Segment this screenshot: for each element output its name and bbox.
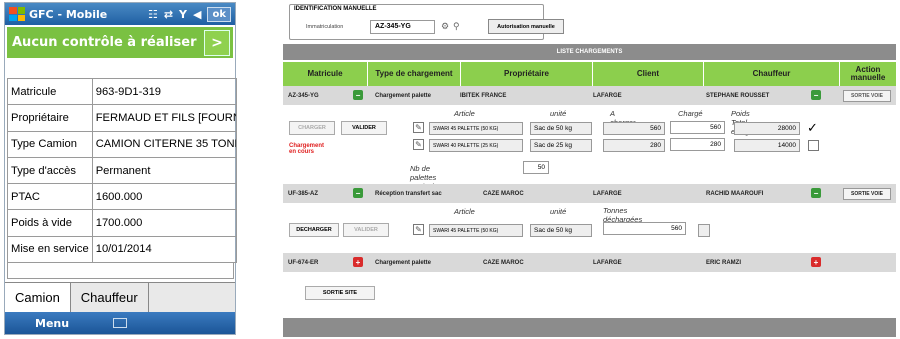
keyboard-icon[interactable]	[113, 318, 127, 328]
ok-button[interactable]: ok	[207, 6, 231, 22]
banner-text: Aucun contrôle à réaliser	[12, 35, 197, 50]
col-proprietaire: Propriétaire	[461, 62, 593, 86]
sync-icon: ⇄	[163, 7, 174, 21]
list-title-bar: LISTE CHARGEMENTS	[283, 44, 896, 60]
charge-input[interactable]: 560	[670, 121, 725, 134]
col-client: Client	[593, 62, 704, 86]
truck-info-table: Matricule 963-9D1-319 Propriétaire FERMAUD…	[7, 77, 237, 264]
charger-button[interactable]: CHARGER	[289, 121, 335, 135]
edit-icon[interactable]: ✎	[413, 224, 424, 235]
menu-button[interactable]: Menu	[35, 317, 95, 330]
tab-camion[interactable]: Camion	[5, 283, 71, 312]
ident-legend: IDENTIFICATION MANUELLE	[294, 6, 377, 12]
charge-input[interactable]: 280	[670, 138, 725, 151]
tab-chauffeur[interactable]: Chauffeur	[70, 283, 149, 312]
table-row[interactable]: AZ-345-YG − Chargement palette IBITEK FR…	[283, 86, 896, 105]
control-banner: Aucun contrôle à réaliser >	[7, 27, 233, 58]
footer-bar	[283, 318, 896, 337]
expand-icon[interactable]: +	[353, 257, 363, 267]
speaker-icon: ◀	[193, 7, 202, 21]
settings-icon[interactable]: ⚙	[441, 21, 449, 32]
expand-icon[interactable]: −	[353, 90, 363, 100]
col-action: Action manuelle	[840, 62, 896, 86]
app-title: GFC - Mobile	[29, 7, 108, 21]
table-row: Matricule 963-9D1-319	[7, 77, 237, 106]
driver-toggle-icon[interactable]: −	[811, 188, 821, 198]
mobile-app-window: GFC - Mobile ☷ ⇄ Y ◀ ok Aucun contrôle à…	[4, 2, 237, 335]
manual-identification-panel: IDENTIFICATION MANUELLE Immatriculation …	[289, 4, 564, 40]
desktop-screen: IDENTIFICATION MANUELLE Immatriculation …	[283, 0, 896, 337]
table-row[interactable]: UF-385-AZ − Réception transfert sac CAZE…	[283, 184, 896, 203]
checkbox[interactable]: ✓	[807, 120, 818, 135]
banner-next-button[interactable]: >	[204, 29, 230, 56]
valider-button[interactable]: VALIDER	[341, 121, 387, 135]
table-row[interactable]: UF-674-ER + Chargement palette CAZE MARO…	[283, 253, 896, 272]
edit-icon[interactable]: ✎	[413, 139, 424, 150]
table-header: Matricule Type de chargement Propriétair…	[283, 62, 896, 86]
table-row: PTAC 1600.000	[7, 183, 237, 211]
checkbox[interactable]	[808, 140, 819, 151]
mobile-title-bar: GFC - Mobile ☷ ⇄ Y ◀ ok	[5, 3, 235, 25]
checkbox[interactable]	[698, 224, 710, 237]
pallets-input[interactable]: 50	[523, 161, 549, 174]
signal-icon: ☷	[147, 7, 158, 21]
expand-icon[interactable]: −	[353, 188, 363, 198]
tonnes-input[interactable]: 560	[603, 222, 686, 235]
table-row: Poids à vide 1700.000	[7, 209, 237, 237]
col-chauffeur: Chauffeur	[704, 62, 840, 86]
search-icon[interactable]: ⚲	[453, 21, 460, 32]
driver-toggle-icon[interactable]: +	[811, 257, 821, 267]
driver-toggle-icon[interactable]: −	[811, 90, 821, 100]
col-type: Type de chargement	[368, 62, 461, 86]
sortie-site-button[interactable]: SORTIE SITE	[305, 286, 375, 300]
manual-authorization-button[interactable]: Autorisation manuelle	[488, 19, 564, 34]
decharger-button[interactable]: DECHARGER	[289, 223, 339, 237]
table-empty-row	[7, 263, 234, 279]
sortie-voie-button[interactable]: SORTIE VOIE	[843, 188, 891, 200]
plate-input[interactable]: AZ-345-YG	[370, 20, 435, 34]
mobile-menu-bar: Menu	[5, 312, 235, 334]
col-matricule: Matricule	[283, 62, 368, 86]
antenna-icon: Y	[179, 7, 187, 21]
table-row: Propriétaire FERMAUD ET FILS [FOURN]	[7, 104, 237, 132]
windows-logo-icon[interactable]	[9, 7, 25, 21]
mobile-tabs: Camion Chauffeur	[5, 282, 235, 312]
sortie-voie-button[interactable]: SORTIE VOIE	[843, 90, 891, 102]
plate-label: Immatriculation	[306, 24, 344, 30]
valider-button[interactable]: VALIDER	[343, 223, 389, 237]
table-row: Mise en service 10/01/2014	[7, 235, 237, 264]
table-row: Type d'accès Permanent	[7, 156, 237, 185]
loading-status: Chargement en cours	[289, 143, 325, 155]
table-row: Type Camion CAMION CITERNE 35 TONNE	[7, 130, 237, 158]
edit-icon[interactable]: ✎	[413, 122, 424, 133]
